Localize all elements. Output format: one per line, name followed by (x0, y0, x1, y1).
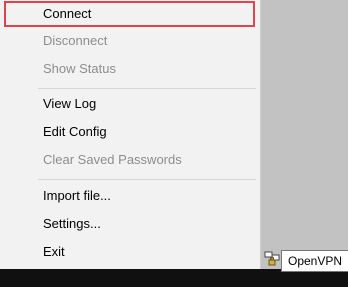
tooltip-text: OpenVPN (288, 254, 343, 268)
menu-item-connect[interactable]: Connect (4, 1, 255, 27)
menu-item-label: Connect (43, 6, 92, 21)
menu-item-exit[interactable]: Exit (4, 239, 255, 265)
menu-item-label: Clear Saved Passwords (43, 152, 182, 167)
menu-item-label: Exit (43, 244, 65, 259)
menu-item-label: Settings... (43, 216, 101, 231)
tray-tooltip: OpenVPN (281, 250, 348, 272)
tray-context-menu: Connect Disconnect Show Status View Log … (0, 0, 261, 269)
network-lock-icon[interactable] (264, 250, 280, 266)
menu-item-label: Show Status (43, 61, 116, 76)
menu-separator (38, 179, 256, 180)
menu-item-show-status[interactable]: Show Status (4, 56, 255, 82)
menu-item-edit-config[interactable]: Edit Config (4, 119, 255, 145)
menu-item-label: View Log (43, 96, 97, 111)
desktop-background (261, 0, 348, 287)
menu-item-settings[interactable]: Settings... (4, 211, 255, 237)
menu-item-label: Disconnect (43, 33, 108, 48)
menu-item-import-file[interactable]: Import file... (4, 183, 255, 209)
menu-separator (38, 88, 256, 89)
menu-item-label: Import file... (43, 188, 111, 203)
menu-item-disconnect[interactable]: Disconnect (4, 28, 255, 54)
menu-item-label: Edit Config (43, 124, 107, 139)
menu-item-view-log[interactable]: View Log (4, 91, 255, 117)
menu-item-clear-saved-passwords[interactable]: Clear Saved Passwords (4, 147, 255, 173)
